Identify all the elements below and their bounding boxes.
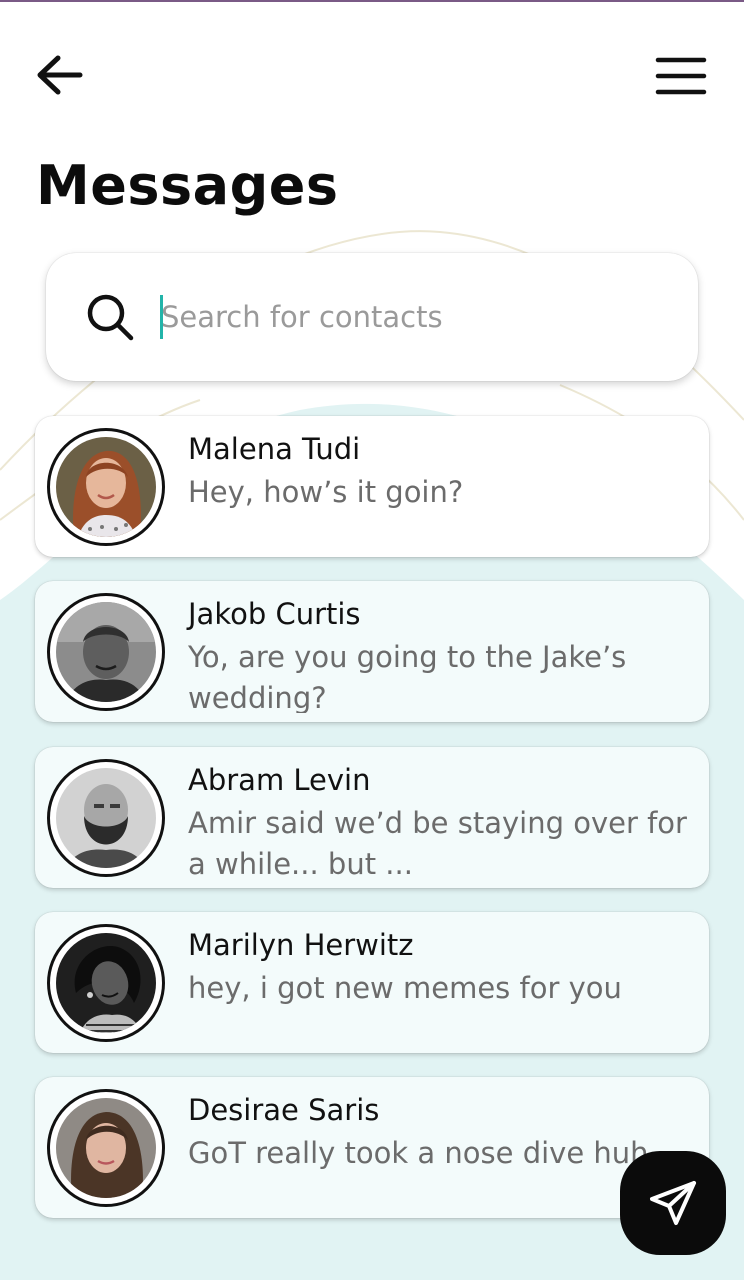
contact-card[interactable]: Desirae Saris GoT really took a nose div…: [35, 1077, 709, 1218]
message-preview: GoT really took a nose dive huh: [188, 1136, 649, 1170]
search-icon: [87, 294, 134, 341]
avatar[interactable]: [47, 1089, 165, 1207]
avatar-photo-woman-red-hair: [56, 437, 156, 537]
avatar-photo-man-bw: [56, 602, 156, 702]
avatar-photo-man-beard-bw: [56, 768, 156, 868]
contact-name: Abram Levin: [188, 763, 371, 797]
avatar[interactable]: [47, 593, 165, 711]
arrow-left-icon: [37, 55, 83, 95]
contact-card[interactable]: Abram Levin Amir said we’d be staying ov…: [35, 747, 709, 888]
avatar[interactable]: [47, 924, 165, 1042]
message-preview: Yo, are you going to the Jake’s wedding?: [188, 640, 627, 713]
send-message-button[interactable]: [620, 1151, 726, 1255]
search-bar[interactable]: [46, 253, 698, 381]
contact-name: Malena Tudi: [188, 432, 361, 466]
page-title: Messages: [36, 154, 339, 217]
menu-button[interactable]: [652, 52, 710, 100]
contact-name: Marilyn Herwitz: [188, 928, 414, 962]
hamburger-menu-icon: [655, 57, 707, 95]
message-preview: hey, i got new memes for you: [188, 971, 622, 1005]
send-paper-plane-icon: [650, 1181, 696, 1225]
avatar[interactable]: [47, 759, 165, 877]
contact-name: Desirae Saris: [188, 1093, 380, 1127]
avatar-photo-woman-brown-hair: [56, 1098, 156, 1198]
contact-name: Jakob Curtis: [188, 597, 361, 631]
search-input[interactable]: [161, 293, 661, 341]
contact-card[interactable]: Marilyn Herwitz hey, i got new memes for…: [35, 912, 709, 1053]
message-preview: Hey, how’s it goin?: [188, 475, 464, 509]
contact-card[interactable]: Jakob Curtis Yo, are you going to the Ja…: [35, 581, 709, 722]
avatar[interactable]: [47, 428, 165, 546]
contact-card[interactable]: Malena Tudi Hey, how’s it goin?: [35, 416, 709, 557]
back-button[interactable]: [34, 50, 86, 102]
avatar-photo-woman-bw: [56, 933, 156, 1033]
message-preview: Amir said we’d be staying over for a whi…: [188, 806, 687, 879]
